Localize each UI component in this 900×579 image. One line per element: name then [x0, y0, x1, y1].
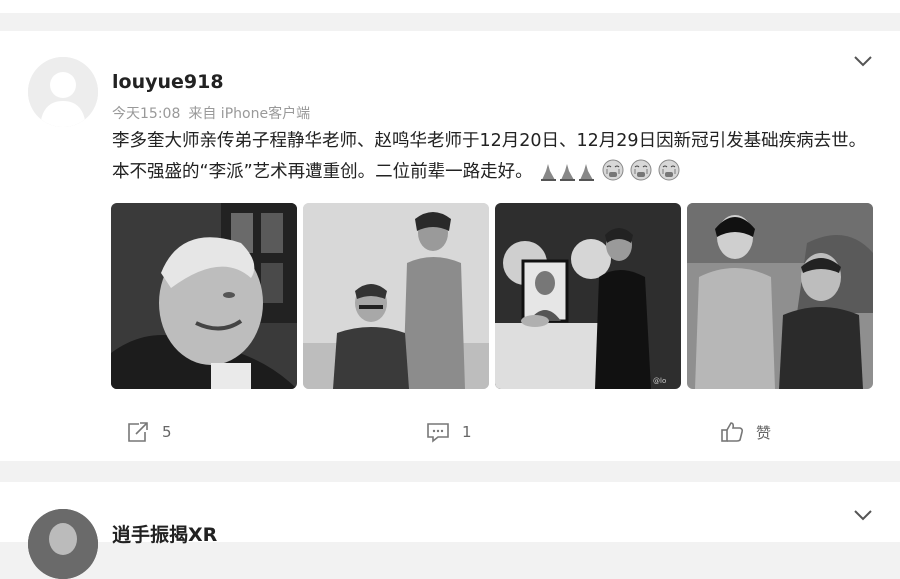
thumbs-up-icon	[721, 422, 744, 442]
post-actions: 5 1 赞	[0, 421, 900, 451]
post-source[interactable]: 来自 iPhone客户端	[188, 106, 310, 122]
post-text: 李多奎大师亲传弟子程静华老师、赵鸣华老师于12月20日、12月29日因新冠引发基…	[112, 126, 882, 193]
crying-face-icon	[629, 158, 653, 193]
avatar[interactable]	[28, 57, 98, 127]
post-text-body: 李多奎大师亲传弟子程静华老师、赵鸣华老师于12月20日、12月29日因新冠引发基…	[112, 131, 867, 182]
crying-face-icon	[601, 158, 625, 193]
chevron-down-icon[interactable]	[852, 53, 874, 67]
comment-icon	[427, 423, 449, 443]
repost-button[interactable]: 5	[126, 421, 172, 443]
candle-emoji-icon	[559, 162, 576, 193]
candle-emoji-icon	[578, 162, 595, 193]
next-post-card: 逍手振揭XR	[0, 482, 900, 579]
photo-grid: @lo	[111, 203, 873, 389]
crying-face-icon	[657, 158, 681, 193]
previous-card-bottom	[0, 0, 900, 13]
next-post-username[interactable]: 逍手振揭XR	[112, 520, 217, 547]
post-time: 今天15:08	[112, 106, 181, 122]
comment-count: 1	[462, 423, 472, 441]
post-username[interactable]: louyue918	[112, 71, 224, 93]
post-meta: 今天15:08 来自 iPhone客户端	[112, 103, 318, 123]
photo-woman-beside-portrait[interactable]: @lo	[495, 203, 681, 389]
next-post-avatar[interactable]	[28, 509, 98, 579]
photo-woman-and-man-standing[interactable]	[687, 203, 873, 389]
candle-emoji-icon	[540, 162, 557, 193]
repost-icon	[128, 422, 148, 442]
repost-count: 5	[162, 423, 172, 441]
photo-watermark: @lo	[653, 377, 666, 385]
photo-seated-man-standing-woman[interactable]	[303, 203, 489, 389]
like-label: 赞	[756, 423, 772, 442]
chevron-down-icon[interactable]	[852, 507, 874, 521]
weibo-post-card: louyue918 今天15:08 来自 iPhone客户端 李多奎大师亲传弟子程…	[0, 31, 900, 461]
photo-elderly-man-smiling[interactable]	[111, 203, 297, 389]
comment-button[interactable]: 1	[426, 421, 472, 443]
like-button[interactable]: 赞	[720, 421, 771, 443]
emoji-row	[538, 159, 681, 182]
